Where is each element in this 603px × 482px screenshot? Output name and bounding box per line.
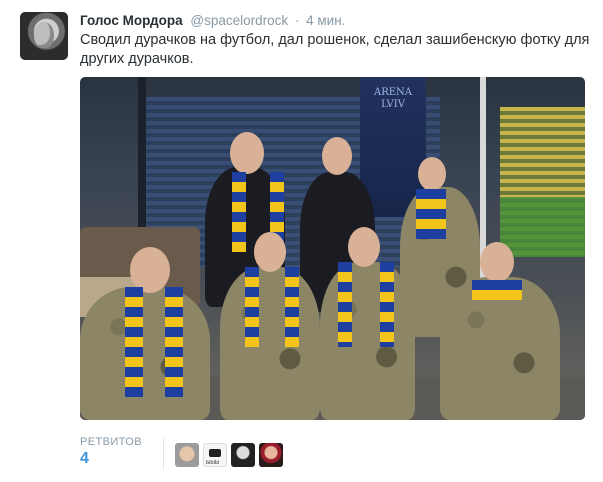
tweet-text: Сводил дурачков на футбол, дал рошенок, …	[80, 32, 590, 67]
tweet-timestamp[interactable]: 4 мин.	[306, 13, 345, 28]
user-avatar-icon[interactable]	[231, 443, 255, 467]
tweet-photo[interactable]: ARENA LVIV	[80, 77, 585, 420]
photo-person-head	[254, 232, 286, 272]
author-display-name[interactable]: Голос Мордора	[80, 13, 183, 28]
header-separator: ·	[294, 13, 300, 28]
retweets-label: РЕТВИТОВ	[80, 436, 142, 448]
retweeter-avatars: ЫЫЫ	[175, 443, 283, 467]
photo-person-head	[322, 137, 352, 175]
author-avatar[interactable]	[20, 12, 68, 60]
user-avatar-icon[interactable]	[259, 443, 283, 467]
photo-person	[320, 262, 415, 420]
avatar-caption: ЫЫЫ	[206, 460, 220, 466]
camera-icon	[209, 449, 221, 457]
retweets-count[interactable]: 4	[80, 450, 142, 468]
camera-avatar-icon[interactable]: ЫЫЫ	[203, 443, 227, 467]
author-screen-name[interactable]: @spacelordrock	[190, 13, 288, 28]
photo-scarf	[338, 262, 352, 347]
tweet: Голос Мордора @spacelordrock · 4 мин. Св…	[0, 0, 603, 482]
photo-person-head	[230, 132, 264, 174]
photo-scarf	[416, 189, 446, 239]
photo-scarf	[165, 287, 183, 397]
retweet-stats[interactable]: РЕТВИТОВ 4	[80, 436, 142, 468]
photo-scarf	[125, 287, 143, 397]
tweet-header: Голос Мордора @spacelordrock · 4 мин.	[80, 13, 345, 28]
photo-scarf	[472, 280, 522, 300]
photo-scarf	[232, 172, 246, 252]
photo-person	[220, 267, 320, 420]
photo-person-head	[418, 157, 446, 191]
stats-divider	[163, 438, 164, 470]
avatar-face-icon	[34, 22, 54, 48]
photo-person	[80, 287, 210, 420]
photo-person-head	[480, 242, 514, 282]
user-avatar-icon[interactable]	[175, 443, 199, 467]
photo-scarf	[285, 267, 299, 347]
photo-scarf	[380, 262, 394, 347]
photo-scarf	[245, 267, 259, 347]
photo-banner-logo: ARENA LVIV	[373, 87, 413, 110]
photo-person-head	[348, 227, 380, 267]
